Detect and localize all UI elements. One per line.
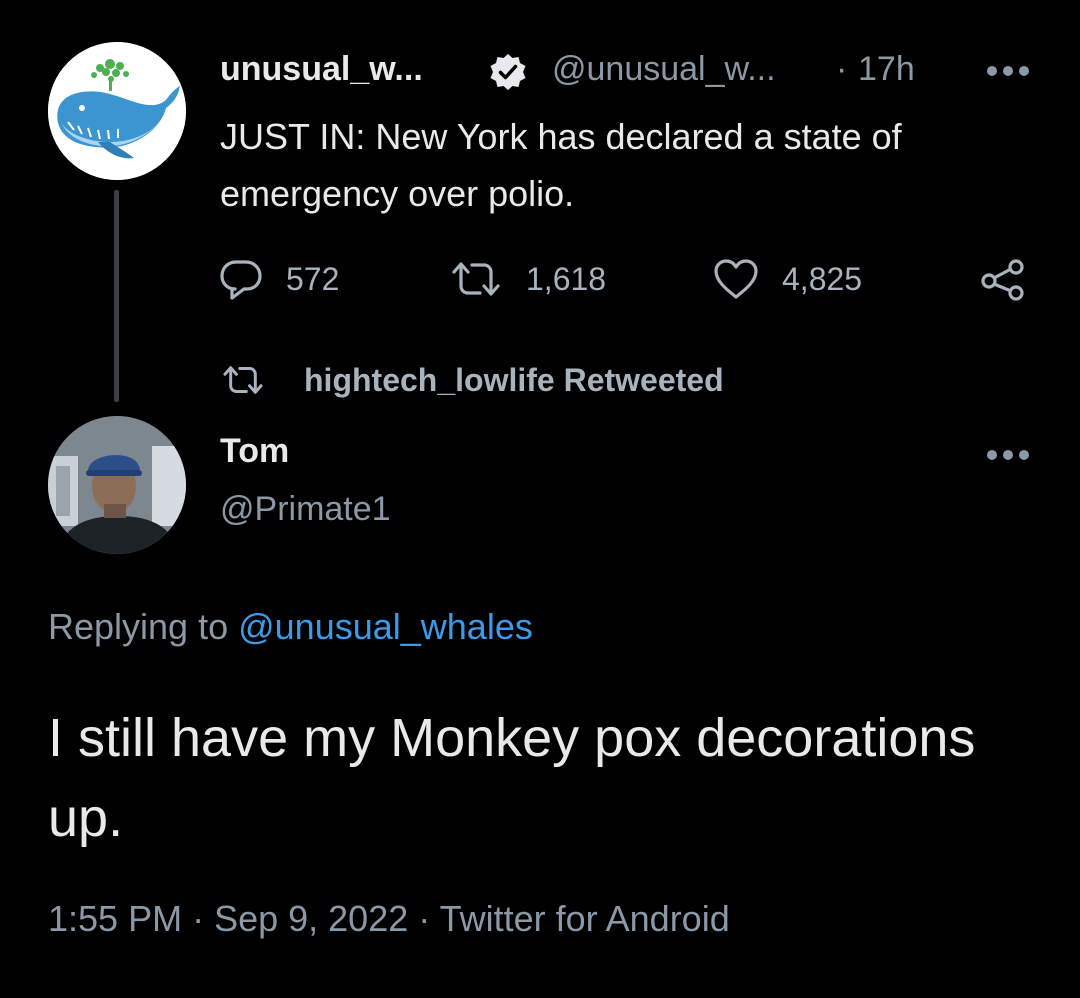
retweet-icon: [452, 262, 500, 296]
share-button[interactable]: [980, 254, 1026, 304]
parent-tweet-text: JUST IN: New York has declared a state o…: [220, 116, 902, 214]
author-display-name[interactable]: Tom: [220, 432, 289, 471]
tom-avatar[interactable]: [48, 416, 186, 554]
tweet-date[interactable]: Sep 9, 2022: [214, 898, 408, 939]
whale-icon: [48, 42, 186, 180]
retweeted-by-label[interactable]: hightech_lowlife Retweeted: [304, 362, 724, 399]
heart-icon: [714, 259, 758, 299]
tweet-meta: 1:55 PM · Sep 9, 2022 · Twitter for Andr…: [48, 898, 730, 940]
verified-badge-icon: [488, 52, 528, 92]
retweet-button[interactable]: 1,618: [448, 254, 606, 304]
tweet-source[interactable]: Twitter for Android: [440, 898, 730, 939]
author-display-name[interactable]: unusual_w...: [220, 50, 423, 89]
replying-to: Replying to @unusual_whales: [48, 606, 533, 648]
reply-count: 572: [286, 260, 340, 297]
meta-separator: ·: [182, 898, 215, 939]
author-handle[interactable]: @unusual_w...: [552, 50, 776, 89]
reply-icon: [220, 260, 262, 300]
replying-prefix: Replying to: [48, 606, 239, 647]
more-horizontal-icon[interactable]: [986, 64, 1030, 76]
retweet-icon: [223, 366, 263, 394]
tweet-text: I still have my Monkey pox decorations u…: [48, 708, 976, 848]
unusual-whales-avatar[interactable]: [48, 42, 186, 180]
meta-separator: ·: [408, 898, 440, 939]
like-button[interactable]: 4,825: [712, 254, 862, 304]
reply-button[interactable]: 572: [218, 254, 339, 304]
retweeted-indicator: hightech_lowlife Retweeted: [220, 360, 724, 400]
thread-line: [114, 190, 119, 402]
tweet-timestamp[interactable]: 1:55 PM: [48, 898, 182, 939]
retweet-count: 1,618: [526, 260, 607, 297]
separator-dot: ·: [836, 50, 848, 88]
author-handle[interactable]: @Primate1: [220, 490, 391, 529]
share-icon: [981, 259, 1024, 301]
replying-handle-link[interactable]: @unusual_whales: [238, 606, 533, 647]
tweet-time[interactable]: 17h: [858, 50, 915, 89]
profile-photo-icon: [48, 416, 186, 554]
more-horizontal-icon[interactable]: [986, 448, 1030, 460]
like-count: 4,825: [782, 260, 863, 297]
